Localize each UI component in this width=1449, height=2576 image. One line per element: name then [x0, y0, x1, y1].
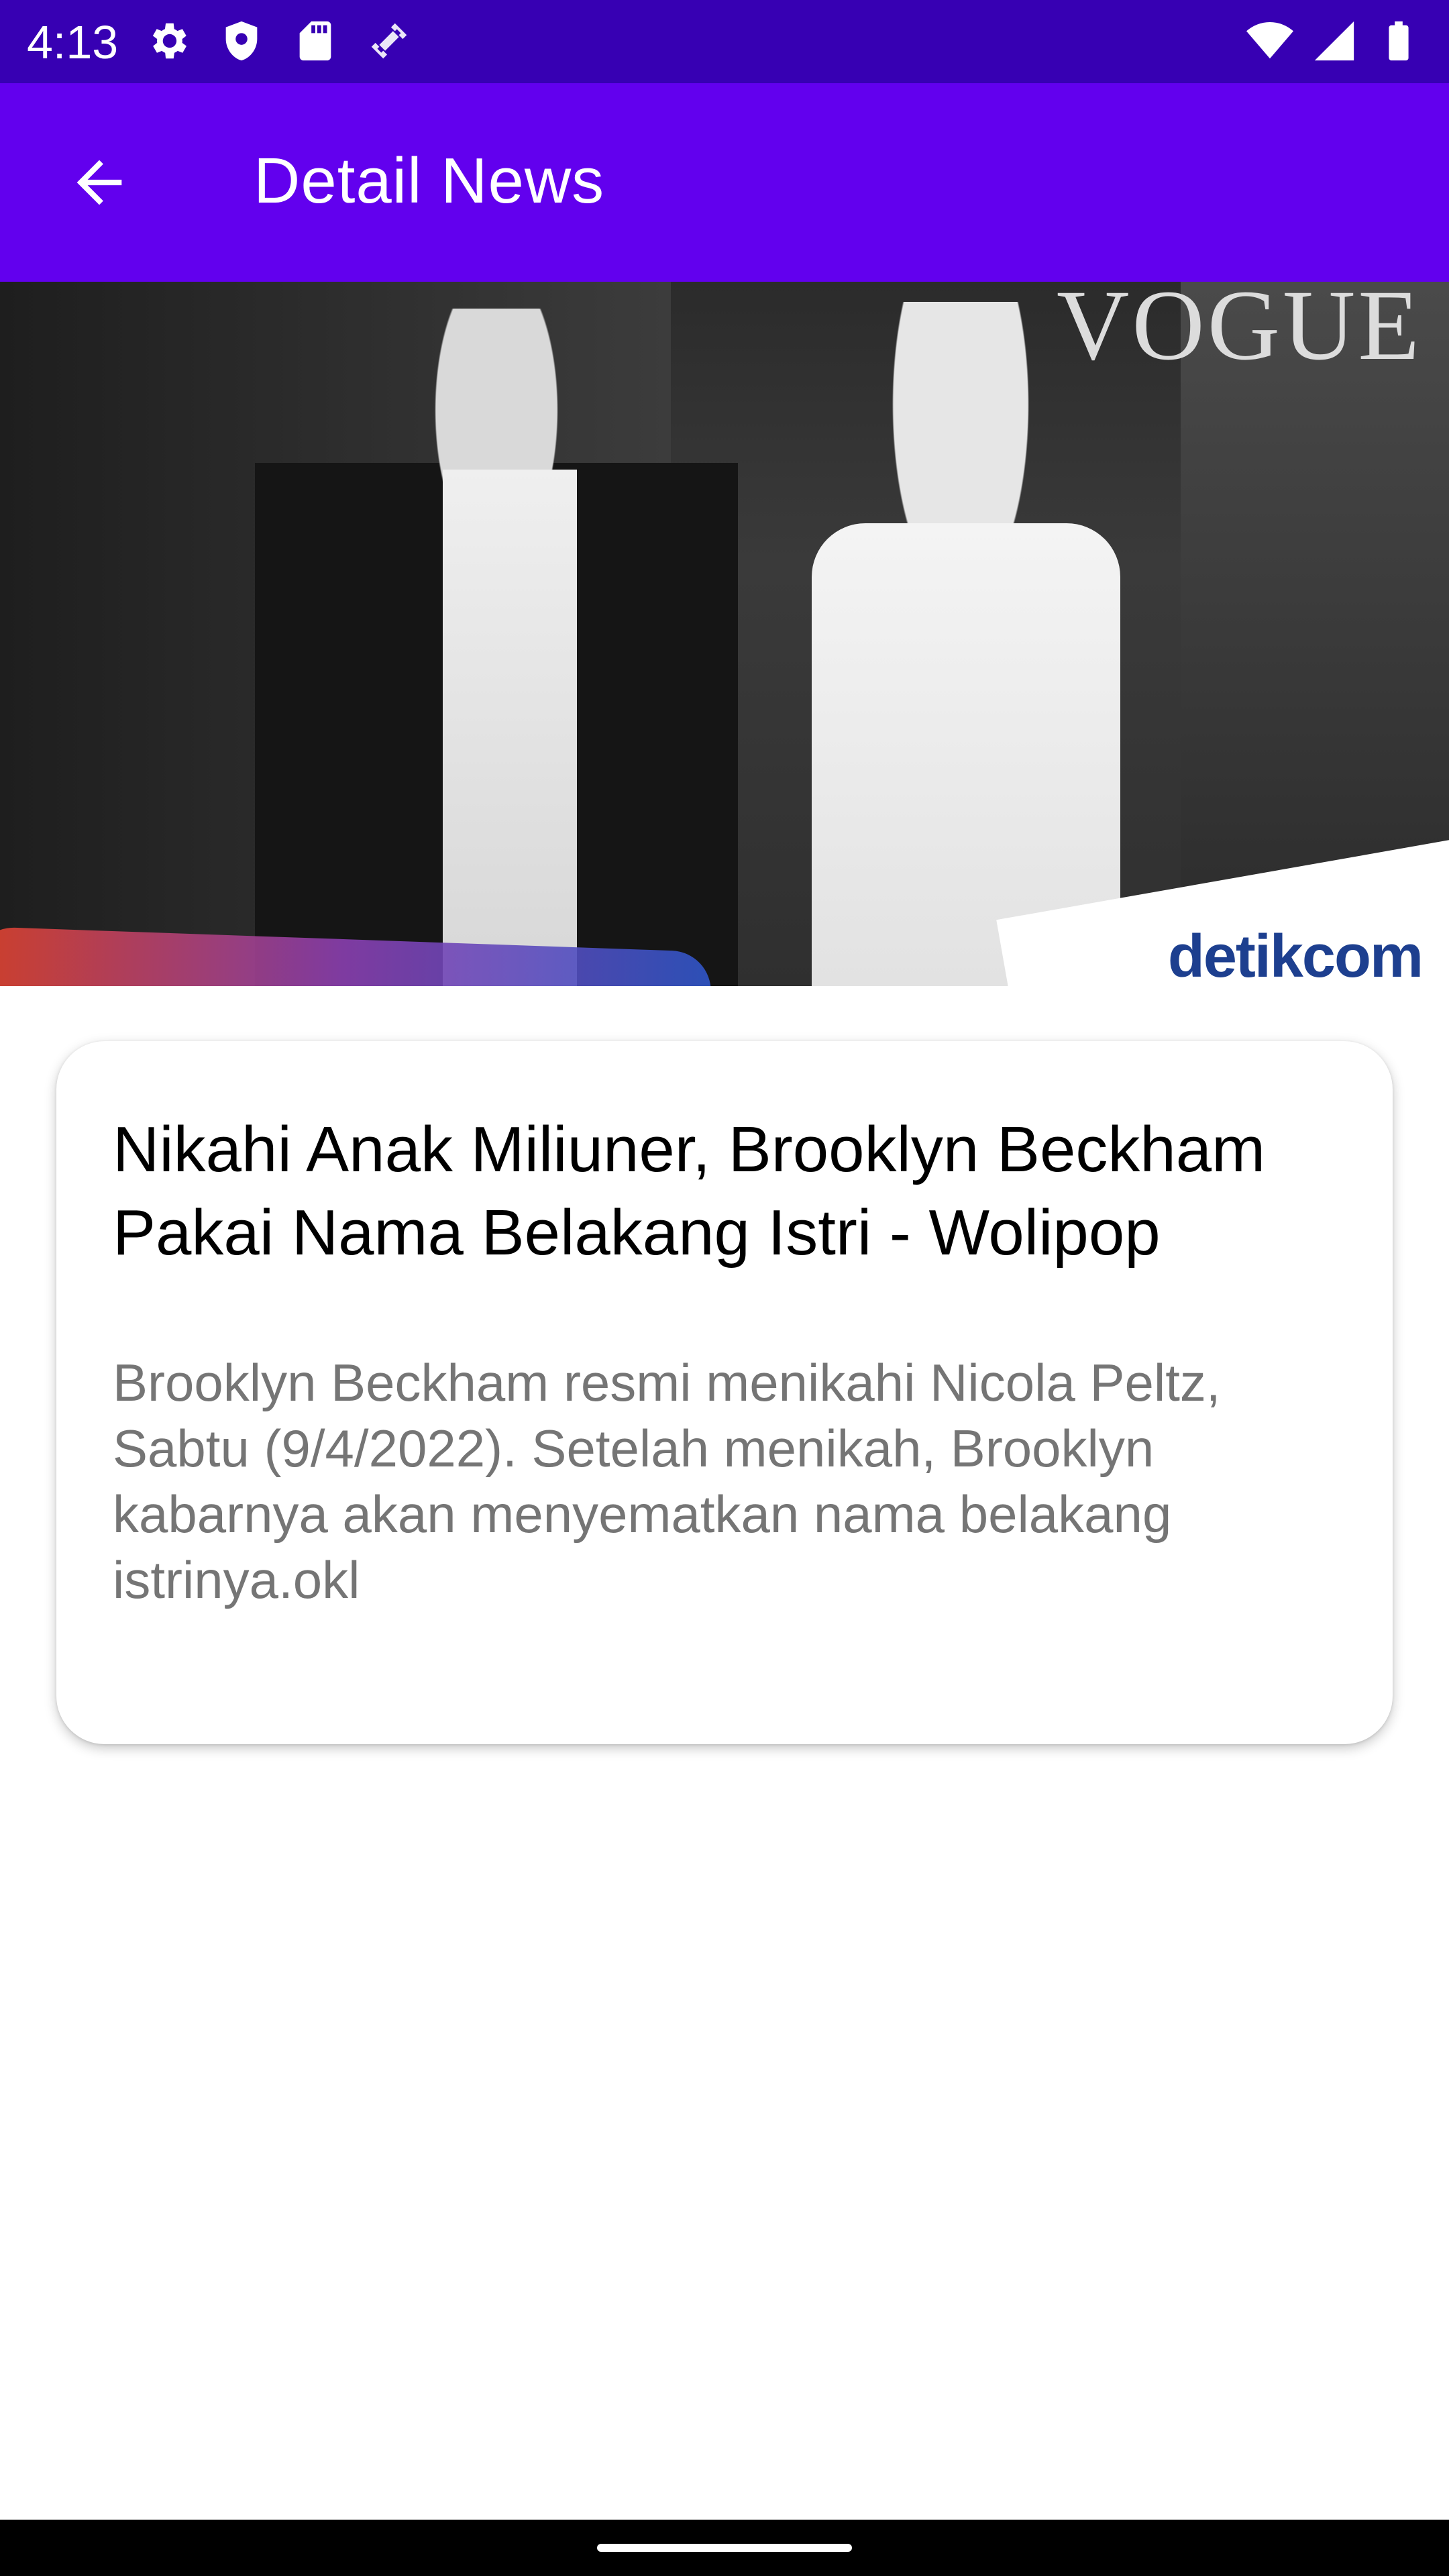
- hero-shirt: [443, 470, 577, 986]
- wifi-icon: [1246, 22, 1293, 59]
- news-hero-image: VOGUE detikcom: [0, 282, 1449, 986]
- screen: 4:13 Detail News VOGUE detikcom Nikahi A…: [0, 0, 1449, 2576]
- news-card: Nikahi Anak Miliuner, Brooklyn Beckham P…: [56, 1041, 1393, 1744]
- app-bar: [0, 83, 1449, 282]
- signal-icon: [1314, 21, 1354, 61]
- back-button[interactable]: [48, 131, 150, 233]
- battery-icon: [1389, 21, 1409, 61]
- news-title: Nikahi Anak Miliuner, Brooklyn Beckham P…: [113, 1114, 1266, 1269]
- status-bar: 4:13: [0, 0, 1449, 83]
- sd-card-icon: [299, 21, 331, 61]
- news-description: Brooklyn Beckham resmi menikahi Nicola P…: [113, 1353, 1221, 1609]
- status-time: 4:13: [27, 16, 119, 68]
- rotate-icon: [371, 23, 407, 59]
- shield-icon: [225, 21, 258, 61]
- status-left-icons: [144, 17, 413, 64]
- detikcom-logo: detikcom: [1167, 923, 1424, 986]
- arrow-back-icon: [76, 160, 122, 205]
- page-title: Detail News: [254, 145, 605, 217]
- navigation-bar: [0, 2520, 1449, 2576]
- gear-icon: [152, 23, 186, 59]
- status-right-icons: [1246, 17, 1422, 64]
- home-indicator[interactable]: [597, 2544, 852, 2552]
- hero-watermark: VOGUE: [1057, 282, 1422, 381]
